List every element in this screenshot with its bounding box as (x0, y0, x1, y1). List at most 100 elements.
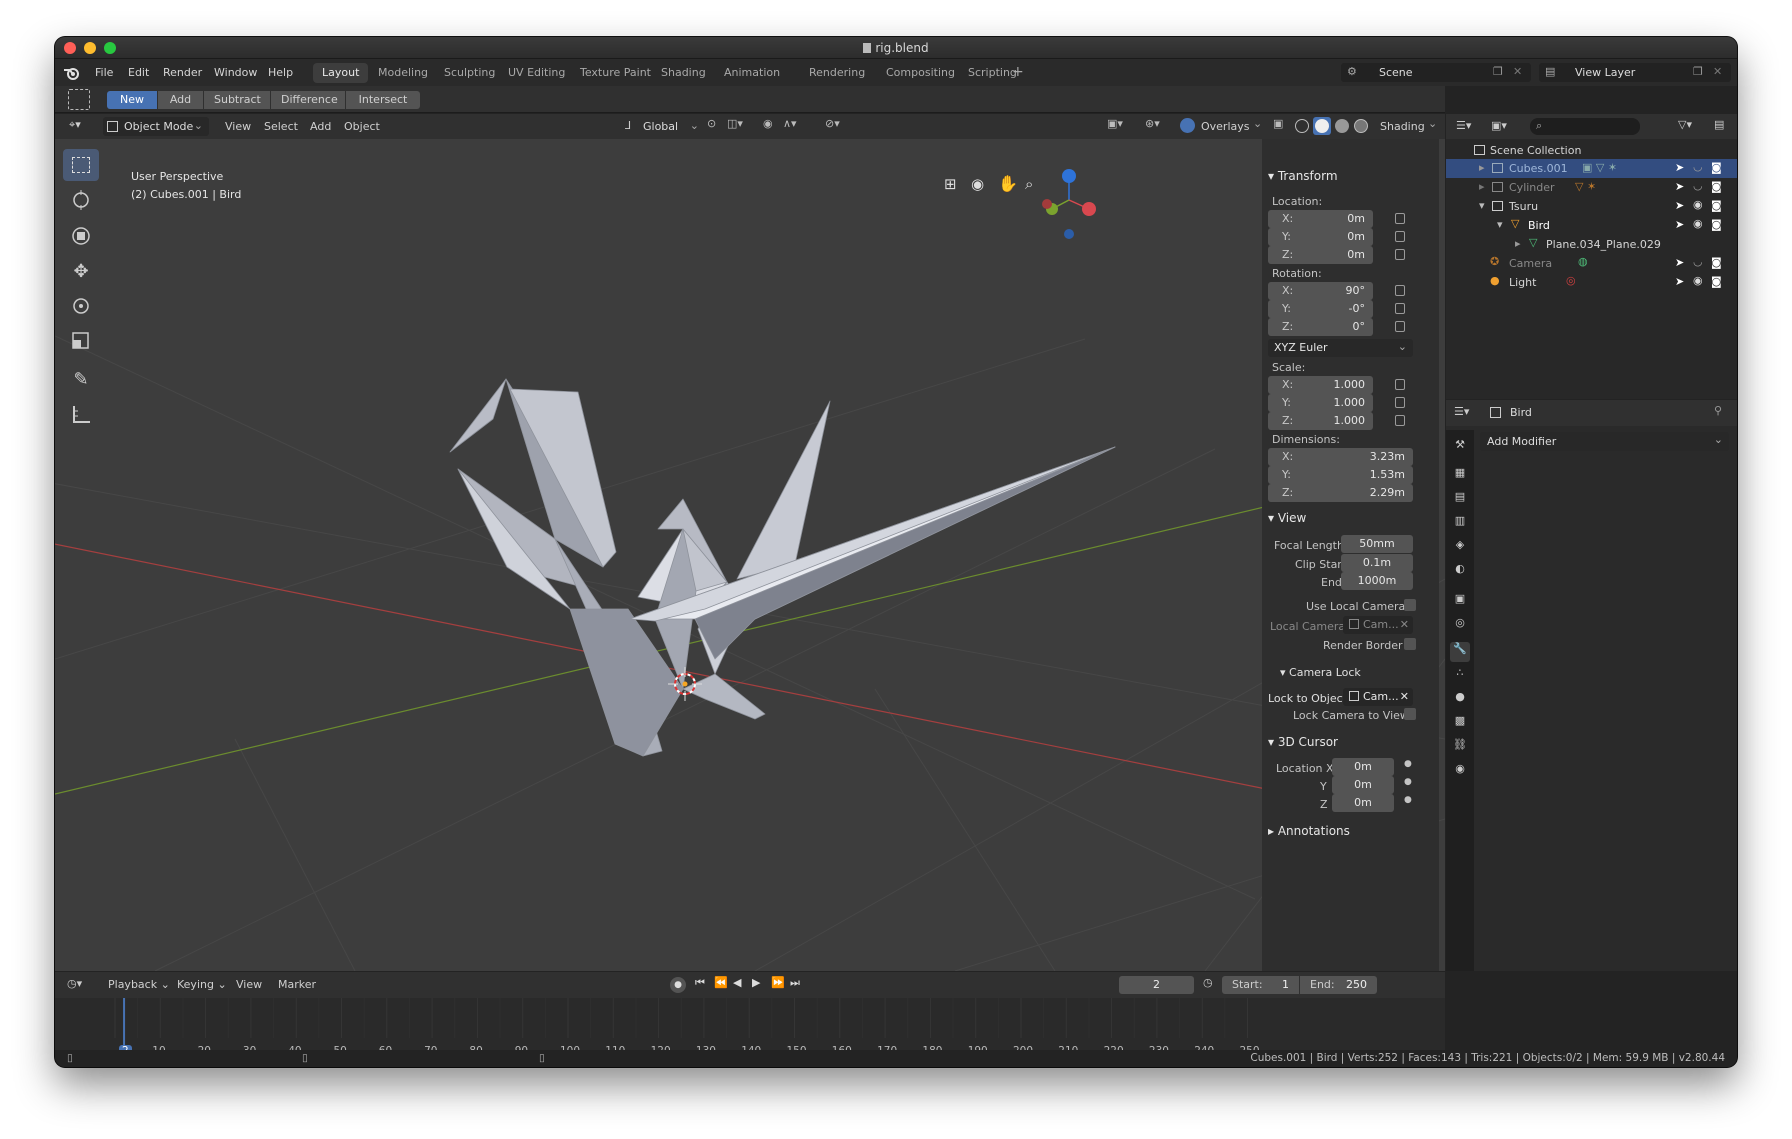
marker-menu[interactable]: Marker (278, 978, 316, 991)
annotations-panel-header[interactable]: ▸ Annotations (1268, 824, 1350, 838)
eye-icon[interactable]: ◉ (1693, 198, 1703, 211)
proportional-edit-icon[interactable]: ◉ (763, 117, 773, 130)
rotate-tool[interactable] (63, 290, 99, 322)
render-camera-icon[interactable]: ◙ (1711, 218, 1722, 231)
start-frame-field[interactable]: Start: 1 (1222, 976, 1299, 994)
remove-view-layer-icon[interactable]: ✕ (1713, 65, 1722, 78)
texture-tab-icon[interactable]: ▩ (1450, 714, 1470, 734)
overlays-chevron-icon[interactable]: ⌄ (1253, 117, 1262, 130)
view-layer-selector[interactable]: ▤ View Layer ❐ ✕ (1539, 63, 1731, 82)
material-shading-icon[interactable] (1335, 119, 1349, 133)
wireframe-shading-icon[interactable] (1295, 119, 1309, 133)
scale-tool[interactable] (63, 325, 99, 357)
render-camera-icon[interactable]: ◙ (1711, 275, 1722, 288)
hidden-eye-icon[interactable]: ◡ (1693, 179, 1703, 192)
outliner-row-light[interactable]: ● Light ◎ ➤ ◉ ◙ (1446, 273, 1737, 292)
select-arrow-icon[interactable]: ➤ (1675, 161, 1684, 174)
use-local-camera-checkbox[interactable] (1404, 599, 1416, 611)
menu-add[interactable]: Add (310, 120, 331, 133)
scale-y-field[interactable]: Y: 1.000 (1268, 394, 1373, 412)
preview-range-icon[interactable]: ◷ (1203, 976, 1213, 989)
boolean-subtract-button[interactable]: Subtract (204, 91, 270, 109)
snap-icon[interactable]: ◫▾ (727, 117, 743, 130)
physics-tab-icon[interactable]: ◎ (1450, 616, 1470, 636)
transform-orientation-dropdown[interactable]: ⅃ Global ⌄ (623, 117, 701, 136)
lock-icon[interactable] (1395, 213, 1405, 224)
menu-edit[interactable]: Edit (128, 66, 149, 79)
remove-scene-icon[interactable]: ✕ (1513, 65, 1522, 78)
menu-file[interactable]: File (95, 66, 113, 79)
scene-tab-icon[interactable]: ◈ (1450, 538, 1470, 558)
lock-icon[interactable] (1395, 321, 1405, 332)
lock-camera-to-view-checkbox[interactable] (1404, 708, 1416, 720)
properties-editor-type-icon[interactable]: ☰▾ (1454, 405, 1469, 418)
rotation-y-field[interactable]: Y: -0° (1268, 300, 1373, 318)
shading-dropdown[interactable]: Shading (1380, 120, 1425, 133)
jump-end-icon[interactable]: ⏭ (790, 976, 800, 990)
pin-icon[interactable]: ⚲ (1714, 404, 1722, 417)
render-camera-icon[interactable]: ◙ (1711, 161, 1722, 174)
dimensions-y-field[interactable]: Y: 1.53m (1268, 466, 1413, 484)
3d-viewport[interactable]: User Perspective (2) Cubes.001 | Bird ✥ … (55, 139, 1445, 971)
clear-icon[interactable]: ✕ (1400, 618, 1409, 631)
hidden-eye-icon[interactable]: ◡ (1693, 160, 1703, 173)
menu-select[interactable]: Select (264, 120, 298, 133)
location-y-field[interactable]: Y: 0m (1268, 228, 1373, 246)
rotation-z-field[interactable]: Z: 0° (1268, 318, 1373, 336)
tab-texture-paint[interactable]: Texture Paint (571, 63, 660, 83)
view-panel-header[interactable]: ▾ View (1268, 511, 1306, 525)
outliner-row-tsuru[interactable]: ▾ Tsuru ➤ ◉ ◙ (1446, 197, 1737, 216)
overlays-icon[interactable] (1180, 118, 1195, 133)
lock-icon[interactable] (1395, 249, 1405, 260)
menu-window[interactable]: Window (214, 66, 257, 79)
current-frame-field[interactable]: 2 (1119, 976, 1194, 994)
dimensions-x-field[interactable]: X: 3.23m (1268, 448, 1413, 466)
copy-scene-icon[interactable]: ❐ (1493, 65, 1503, 78)
modifier-tab-icon[interactable]: 🔧 (1450, 642, 1470, 662)
record-icon[interactable]: ● (670, 977, 686, 993)
jump-start-icon[interactable]: ⏮ (695, 976, 705, 990)
lock-icon[interactable] (1395, 231, 1405, 242)
focal-length-field[interactable]: 50mm (1341, 535, 1413, 553)
next-keyframe-icon[interactable]: ⏩ (771, 976, 785, 989)
collapse-arrow-icon[interactable]: ▾ (1479, 199, 1485, 212)
camera-lock-subpanel-header[interactable]: ▾ Camera Lock (1280, 666, 1361, 679)
outliner-display-mode-icon[interactable]: ☰▾ (1456, 119, 1471, 132)
view-layer-tab-icon[interactable]: ▥ (1450, 514, 1470, 534)
play-icon[interactable]: ▶ (752, 976, 760, 989)
keyframe-dot-icon[interactable]: ● (1404, 777, 1412, 787)
tab-modeling[interactable]: Modeling (369, 63, 437, 83)
mode-dropdown[interactable]: Object Mode ⌄ (103, 117, 209, 136)
outliner-row-scene-collection[interactable]: Scene Collection (1446, 141, 1737, 160)
axis-gizmo[interactable] (1037, 164, 1097, 244)
expand-arrow-icon[interactable]: ▸ (1479, 180, 1485, 193)
gizmo-icon[interactable]: ⊛▾ (1145, 117, 1160, 130)
local-camera-field[interactable]: Cam... ✕ (1343, 616, 1413, 634)
filter-icon[interactable]: ▽▾ (1678, 118, 1692, 131)
boolean-new-button[interactable]: New (107, 91, 157, 109)
clip-start-field[interactable]: 0.1m (1341, 554, 1413, 572)
rotation-mode-dropdown[interactable]: XYZ Euler ⌄ (1268, 339, 1413, 357)
outliner-search-input[interactable]: ⌕ (1530, 118, 1640, 135)
link-icon[interactable]: ⊘▾ (825, 117, 840, 130)
boolean-difference-button[interactable]: Difference (271, 91, 345, 109)
timeline-view-menu[interactable]: View (236, 978, 262, 991)
scale-z-field[interactable]: Z: 1.000 (1268, 412, 1373, 430)
view-object-types-icon[interactable]: ▣▾ (1107, 117, 1123, 130)
data-tab-icon[interactable]: ◉ (1450, 762, 1470, 782)
hidden-eye-icon[interactable]: ◡ (1693, 255, 1703, 268)
lock-icon[interactable] (1395, 303, 1405, 314)
outliner-row-cubes001[interactable]: ▸ Cubes.001 ▣ ▽ ✶ ➤ ◡ ◙ (1446, 159, 1737, 178)
playback-menu[interactable]: Playback ⌄ (108, 978, 170, 991)
outliner-row-camera[interactable]: ✪ Camera ◍ ➤ ◡ ◙ (1446, 254, 1737, 273)
outliner-filter-mode-icon[interactable]: ▣▾ (1491, 119, 1507, 132)
eye-icon[interactable]: ◉ (1693, 274, 1703, 287)
render-border-checkbox[interactable] (1404, 638, 1416, 650)
keyframe-dot-icon[interactable]: ● (1404, 795, 1412, 805)
output-tab-icon[interactable]: ▤ (1450, 490, 1470, 510)
xray-icon[interactable]: ▣ (1273, 117, 1283, 130)
menu-object[interactable]: Object (344, 120, 380, 133)
menu-help[interactable]: Help (268, 66, 293, 79)
eye-icon[interactable]: ◉ (1693, 217, 1703, 230)
render-camera-icon[interactable]: ◙ (1711, 256, 1722, 269)
